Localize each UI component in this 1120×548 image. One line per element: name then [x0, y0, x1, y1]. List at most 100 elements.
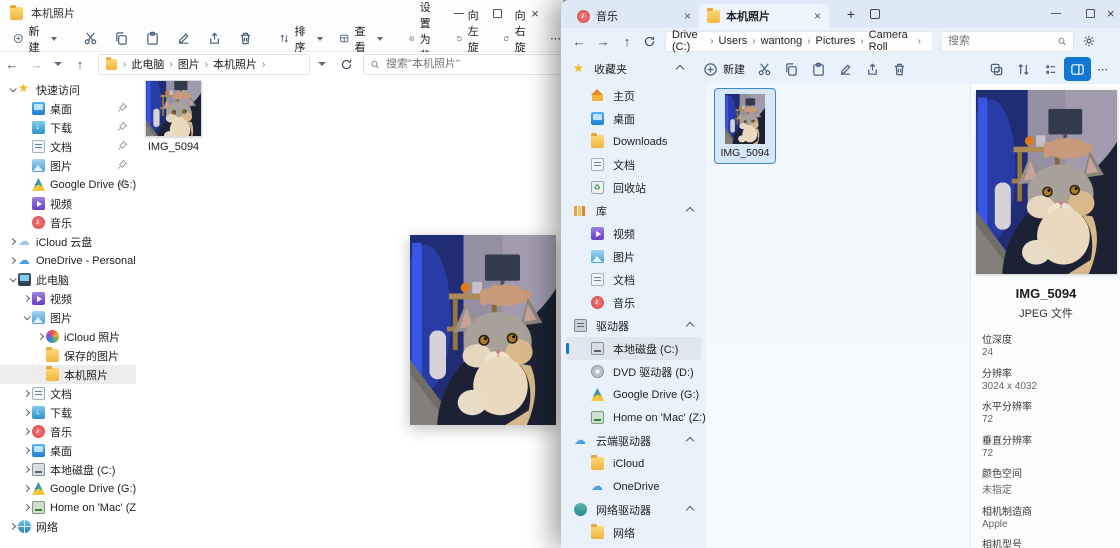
collapse-icon[interactable] [675, 64, 685, 74]
tree-item[interactable]: iCloud 云盘 [0, 232, 136, 251]
address-dropdown-icon[interactable] [318, 62, 326, 66]
tree-item[interactable]: 文档 [0, 137, 136, 156]
breadcrumb-segment[interactable]: 图片 [178, 56, 200, 72]
forward-button[interactable]: → [591, 34, 615, 49]
refresh-icon[interactable] [340, 58, 353, 71]
tree-item[interactable]: 此电脑 [0, 270, 136, 289]
close-tab-icon[interactable]: × [684, 9, 691, 23]
up-button[interactable]: ↑ [615, 34, 639, 49]
tab-camera-roll[interactable]: 本机照片 × [699, 4, 829, 28]
maximize-button[interactable] [1073, 0, 1107, 26]
paste-button[interactable] [805, 57, 832, 81]
more-options-button[interactable]: ⋯ [1091, 57, 1114, 81]
sidebar-item[interactable]: 文档 [566, 153, 701, 176]
collapse-icon[interactable] [685, 436, 695, 446]
collapse-icon[interactable] [685, 505, 695, 515]
breadcrumb-segment[interactable]: Users [719, 35, 748, 47]
breadcrumb-segment[interactable]: Pictures [816, 35, 856, 47]
chevron-icon[interactable] [6, 256, 18, 265]
favorites-header[interactable]: 收藏夹 [561, 61, 697, 77]
tree-item[interactable]: Google Drive (G:) [0, 479, 136, 498]
collapse-icon[interactable] [685, 206, 695, 216]
tree-item[interactable]: 下载 [0, 118, 136, 137]
tree-item[interactable]: 保存的图片 [0, 346, 136, 365]
forward-button[interactable]: → [24, 57, 48, 72]
new-tab-button[interactable]: + [839, 2, 863, 26]
tab-music[interactable]: 音乐 × [569, 4, 699, 28]
share-button[interactable] [859, 57, 886, 81]
tree-item[interactable]: 桌面 [0, 441, 136, 460]
group-button[interactable] [1037, 57, 1064, 81]
search-box[interactable] [363, 53, 563, 75]
tree-item[interactable]: 本机照片 [0, 365, 136, 384]
cut-button[interactable] [751, 57, 778, 81]
chevron-icon[interactable] [6, 522, 18, 531]
files-content-area[interactable]: IMG_5094 [706, 84, 970, 548]
search-input[interactable] [948, 35, 1057, 47]
sidebar-item[interactable]: 网络驱动器 [566, 498, 701, 521]
copy-button[interactable] [778, 57, 805, 81]
paste-button[interactable] [138, 28, 167, 50]
breadcrumb-segment[interactable]: wantong [761, 35, 803, 47]
sort-button[interactable] [1010, 57, 1037, 81]
sidebar-item[interactable]: DVD 驱动器 (D:) [566, 360, 701, 383]
new-window-button[interactable] [863, 2, 887, 26]
minimize-button[interactable] [1039, 0, 1073, 26]
back-button[interactable]: ← [567, 34, 591, 49]
rename-button[interactable] [169, 28, 198, 50]
cut-button[interactable] [76, 28, 105, 50]
chevron-icon[interactable] [20, 446, 32, 455]
tree-item[interactable]: iCloud 照片 [0, 327, 136, 346]
chevron-icon[interactable] [6, 237, 18, 246]
sidebar-item[interactable]: 驱动器 [566, 314, 701, 337]
sidebar-item[interactable]: Home on 'Mac' (Z:) [566, 406, 706, 429]
sidebar-item[interactable]: 桌面 [566, 107, 701, 130]
sidebar-item[interactable]: 云端驱动器 [566, 429, 701, 452]
sidebar-item[interactable]: 音乐 [566, 291, 701, 314]
sidebar-item[interactable]: Downloads [566, 130, 701, 153]
tree-item[interactable]: 下载 [0, 403, 136, 422]
breadcrumb-segment[interactable]: Drive (C:) [672, 29, 705, 53]
chevron-icon[interactable] [20, 503, 32, 512]
new-button[interactable]: 新建 [6, 26, 64, 54]
recent-locations-icon[interactable] [54, 62, 62, 66]
file-item-selected[interactable]: IMG_5094 [714, 88, 776, 164]
tree-item[interactable]: 音乐 [0, 422, 136, 441]
tree-item[interactable]: Home on 'Mac' (Z:) [0, 498, 136, 517]
up-button[interactable]: ↑ [68, 57, 92, 72]
sidebar-item[interactable]: 文档 [566, 268, 701, 291]
tree-item[interactable]: 网络 [0, 517, 136, 536]
tree-item[interactable]: 图片 [0, 308, 136, 327]
close-tab-icon[interactable]: × [814, 9, 821, 23]
tree-item[interactable]: 音乐 [0, 213, 136, 232]
chevron-icon[interactable] [6, 85, 18, 93]
sidebar-item[interactable]: 本地磁盘 (C:) [566, 337, 701, 360]
view-button[interactable]: 查看 [332, 26, 390, 54]
multi-select-button[interactable] [983, 57, 1010, 81]
chevron-icon[interactable] [20, 465, 32, 474]
chevron-icon[interactable] [20, 294, 32, 303]
sort-button[interactable]: 排序 [272, 26, 330, 54]
delete-button[interactable] [886, 57, 913, 81]
new-button[interactable]: 新建 [697, 57, 751, 81]
delete-button[interactable] [231, 28, 260, 50]
sidebar-item[interactable]: Google Drive (G:) [566, 383, 701, 406]
tree-item[interactable]: Google Drive (G:) [0, 175, 136, 194]
breadcrumb[interactable]: › 此电脑 › 图片 › 本机照片 › [98, 53, 310, 75]
settings-gear-icon[interactable] [1082, 34, 1096, 48]
refresh-icon[interactable] [643, 35, 656, 48]
collapse-icon[interactable] [685, 321, 695, 331]
share-button[interactable] [200, 28, 229, 50]
sidebar-item[interactable]: 视频 [566, 222, 701, 245]
sidebar-item[interactable]: OneDrive [566, 475, 701, 498]
search-input[interactable] [386, 58, 556, 70]
search-box[interactable] [941, 30, 1074, 52]
file-item[interactable]: IMG_5094 [145, 80, 202, 153]
breadcrumb-segment[interactable]: 此电脑 [131, 56, 164, 72]
drag-preview-image[interactable] [410, 235, 556, 425]
tree-item[interactable]: 视频 [0, 194, 136, 213]
chevron-icon[interactable] [20, 408, 32, 417]
breadcrumb-segment[interactable]: 本机照片 [213, 56, 257, 72]
chevron-icon[interactable] [20, 389, 32, 398]
copy-button[interactable] [107, 28, 136, 50]
